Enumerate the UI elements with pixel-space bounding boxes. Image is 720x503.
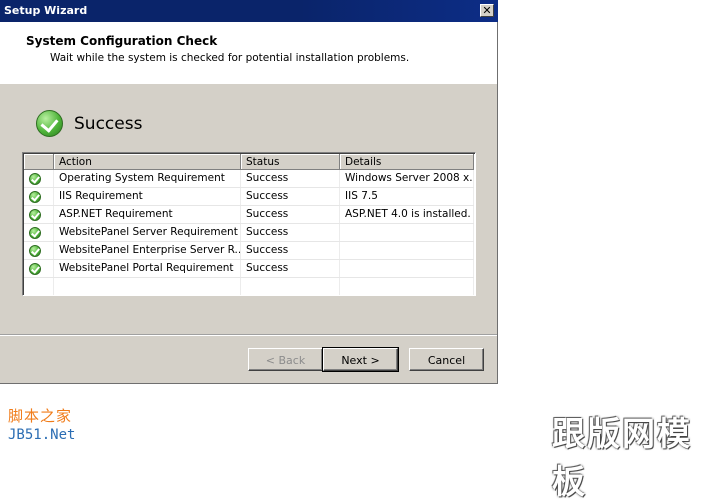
column-header-action[interactable]: Action — [54, 154, 241, 170]
setup-wizard-window: Setup Wizard ✕ System Configuration Chec… — [0, 0, 498, 384]
row-details — [340, 224, 474, 241]
cancel-button[interactable]: Cancel — [409, 348, 484, 371]
table-body: Operating System Requirement Success Win… — [24, 170, 474, 295]
success-check-icon — [29, 262, 41, 275]
row-details — [340, 260, 474, 277]
success-check-icon — [29, 190, 41, 203]
row-details — [340, 242, 474, 259]
row-action: WebsitePanel Portal Requirement — [54, 260, 241, 277]
row-status: Success — [241, 206, 340, 223]
empty-row — [24, 278, 474, 295]
success-check-icon — [36, 110, 63, 137]
row-status: Success — [241, 224, 340, 241]
table-row[interactable]: ASP.NET Requirement Success ASP.NET 4.0 … — [24, 206, 474, 224]
row-action: WebsitePanel Server Requirement — [54, 224, 241, 241]
close-icon[interactable]: ✕ — [480, 4, 494, 17]
next-button[interactable]: Next > — [322, 347, 399, 372]
watermark-right: 跟版网模板 — [552, 414, 692, 501]
table-header: Action Status Details — [24, 154, 474, 170]
page-title: System Configuration Check — [26, 34, 218, 48]
requirements-table[interactable]: Action Status Details Operating System R… — [22, 152, 476, 296]
row-action: ASP.NET Requirement — [54, 206, 241, 223]
column-header-details[interactable]: Details — [340, 154, 474, 170]
column-header-icon[interactable] — [24, 154, 54, 170]
page-subtitle: Wait while the system is checked for pot… — [50, 52, 410, 64]
header-divider — [0, 83, 497, 84]
watermark-left-cn: 脚本之家 — [8, 407, 73, 425]
overall-status-label: Success — [74, 113, 143, 134]
row-details: IIS 7.5 — [340, 188, 474, 205]
success-check-icon — [29, 208, 41, 221]
column-header-status[interactable]: Status — [241, 154, 340, 170]
row-status: Success — [241, 188, 340, 205]
row-action: IIS Requirement — [54, 188, 241, 205]
table-row[interactable]: IIS Requirement Success IIS 7.5 — [24, 188, 474, 206]
row-details: Windows Server 2008 x... — [340, 170, 474, 187]
back-button[interactable]: < Back — [248, 348, 323, 371]
footer-divider-highlight — [0, 335, 497, 336]
wizard-header: System Configuration Check Wait while th… — [0, 22, 497, 84]
success-check-icon — [29, 226, 41, 239]
success-check-icon — [29, 172, 41, 185]
window-title: Setup Wizard — [4, 4, 88, 17]
row-status: Success — [241, 242, 340, 259]
row-status: Success — [241, 260, 340, 277]
row-action: Operating System Requirement — [54, 170, 241, 187]
table-row[interactable]: WebsitePanel Portal Requirement Success — [24, 260, 474, 278]
row-status: Success — [241, 170, 340, 187]
row-action: WebsitePanel Enterprise Server R... — [54, 242, 241, 259]
row-details: ASP.NET 4.0 is installed. — [340, 206, 474, 223]
table-row[interactable]: WebsitePanel Server Requirement Success — [24, 224, 474, 242]
table-row[interactable]: Operating System Requirement Success Win… — [24, 170, 474, 188]
title-bar[interactable]: Setup Wizard ✕ — [0, 0, 498, 22]
success-check-icon — [29, 244, 41, 257]
watermark-left-en: JB51.Net — [8, 427, 76, 443]
overall-status: Success — [36, 110, 142, 137]
table-row[interactable]: WebsitePanel Enterprise Server R... Succ… — [24, 242, 474, 260]
